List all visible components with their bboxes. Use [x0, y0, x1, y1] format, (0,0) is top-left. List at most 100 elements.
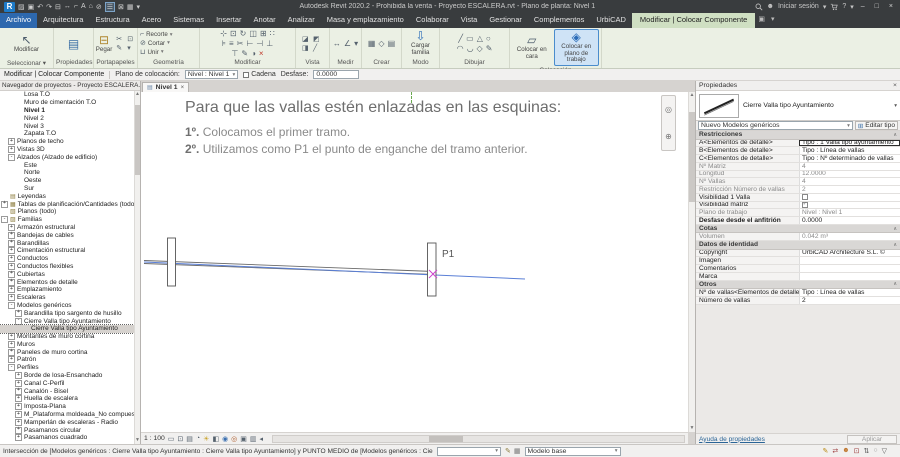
- property-value[interactable]: Tipo : Línea de vallas: [799, 289, 900, 296]
- trim-icon[interactable]: ⊢: [246, 39, 253, 48]
- tree-item[interactable]: Nivel 2: [0, 114, 134, 122]
- tree-item[interactable]: +Elementos de detalle: [0, 278, 134, 286]
- tree-item[interactable]: +Canal C-Perfil: [0, 379, 134, 387]
- tree-item[interactable]: +Huella de escalera: [0, 395, 134, 403]
- tree-item[interactable]: +Planos de techo: [0, 138, 134, 146]
- gray-inactive-icon[interactable]: ▦: [514, 447, 521, 455]
- ribbon-tab-masa-y-emplazamiento[interactable]: Masa y emplazamiento: [321, 13, 410, 28]
- tab-modificar-colocar-componente[interactable]: Modificar | Colocar Componente: [632, 13, 755, 28]
- cut-geometry-button[interactable]: ⊘ Cortar ▾: [140, 39, 170, 47]
- mirror-icon[interactable]: ◫: [249, 29, 257, 38]
- thin-lines-icon[interactable]: ☰: [105, 2, 115, 12]
- array-icon[interactable]: ⊞: [260, 29, 267, 38]
- steering-wheel-icon[interactable]: ◎: [665, 105, 672, 114]
- paint-icon[interactable]: ◑: [251, 49, 256, 58]
- properties-section-header[interactable]: Cotas∧: [696, 225, 900, 234]
- print-icon[interactable]: ⊟: [55, 3, 61, 11]
- unhide-icon[interactable]: ◨: [302, 44, 312, 52]
- pick-line-icon[interactable]: ✎: [486, 44, 493, 53]
- tree-item[interactable]: +▦Tablas de planificación/Cantidades (to…: [0, 200, 134, 208]
- apply-button[interactable]: Aplicar: [847, 435, 897, 444]
- tree-item[interactable]: +Bandejas de cables: [0, 231, 134, 239]
- ribbon-tab-sistemas[interactable]: Sistemas: [167, 13, 210, 28]
- property-value[interactable]: 2: [799, 186, 900, 193]
- canvas-horizontal-scrollbar[interactable]: [272, 435, 685, 443]
- expand-icon[interactable]: +: [8, 255, 15, 262]
- pin-icon[interactable]: ⊥: [266, 39, 273, 48]
- tree-item[interactable]: Norte: [0, 169, 134, 177]
- section-collapse-icon[interactable]: ∧: [893, 242, 897, 248]
- restore-button[interactable]: □: [872, 3, 882, 10]
- switch-windows-icon[interactable]: ▦: [127, 3, 134, 11]
- offset-icon[interactable]: ≡: [229, 39, 234, 48]
- tree-item[interactable]: Nivel 1: [0, 107, 134, 115]
- save-icon[interactable]: ▣: [28, 3, 35, 11]
- line-icon[interactable]: ╱: [458, 34, 463, 43]
- expand-icon[interactable]: +: [15, 403, 22, 410]
- help-icon[interactable]: ?: [842, 3, 846, 10]
- properties-section-header[interactable]: Otros∧: [696, 281, 900, 290]
- tree-item[interactable]: +Escaleras: [0, 294, 134, 302]
- visual-style-icon[interactable]: ◔: [196, 435, 200, 443]
- create-group-icon[interactable]: ▦: [368, 39, 376, 48]
- linework-icon[interactable]: ╱: [313, 44, 323, 52]
- temporary-hide-isolate-icon[interactable]: ◉: [222, 435, 228, 443]
- fence-placement-line[interactable]: [144, 262, 525, 279]
- cart-icon[interactable]: [830, 3, 838, 11]
- tree-item[interactable]: +Conductos flexibles: [0, 263, 134, 271]
- expand-icon[interactable]: +: [15, 411, 22, 418]
- revit-logo[interactable]: R: [4, 2, 15, 12]
- zoom-icon[interactable]: ⊕: [665, 132, 672, 141]
- properties-section-header[interactable]: Datos de identidad∧: [696, 241, 900, 250]
- detail-level-icon[interactable]: ▤: [186, 435, 193, 443]
- tree-item[interactable]: +Muros: [0, 341, 134, 349]
- expand-icon[interactable]: +: [8, 146, 15, 153]
- tree-item[interactable]: +Pasamanos cuadrado: [0, 434, 134, 442]
- properties-toggle-button[interactable]: ▤: [66, 37, 81, 51]
- tree-item[interactable]: -Cierre Valla tipo Ayuntamiento: [0, 317, 134, 325]
- expand-icon[interactable]: +: [15, 380, 22, 387]
- property-value[interactable]: 2: [799, 297, 900, 304]
- navigation-bar[interactable]: ◎⊕: [661, 95, 676, 151]
- expand-icon[interactable]: +: [8, 279, 15, 286]
- expand-icon[interactable]: +: [1, 201, 8, 208]
- property-value[interactable]: 12.0000: [799, 171, 900, 178]
- workset-select[interactable]: ▾: [437, 447, 501, 456]
- tree-item[interactable]: Sur: [0, 185, 134, 193]
- help-caret-icon[interactable]: ▾: [850, 3, 854, 11]
- spline-icon[interactable]: ◇: [477, 44, 483, 53]
- expand-icon[interactable]: +: [15, 388, 22, 395]
- cope-button[interactable]: ⌐ Recorte ▾: [140, 31, 173, 38]
- expand-icon[interactable]: +: [8, 356, 15, 363]
- align-icon[interactable]: ⊧: [222, 39, 226, 48]
- measure-length-icon[interactable]: ↔: [333, 39, 341, 48]
- property-value[interactable]: [799, 257, 900, 264]
- tree-item[interactable]: +Barandillas: [0, 239, 134, 247]
- ribbon-tab-gestionar[interactable]: Gestionar: [483, 13, 528, 28]
- scroll-down-icon[interactable]: ▼: [135, 437, 140, 444]
- panel-label-medir[interactable]: Medir: [330, 59, 361, 68]
- ribbon-tab-arquitectura[interactable]: Arquitectura: [37, 13, 89, 28]
- paste-button[interactable]: ⊟ Pegar: [94, 33, 115, 55]
- tree-item[interactable]: ▤Leyendas: [0, 192, 134, 200]
- editable-only-icon[interactable]: ✎: [823, 447, 829, 455]
- close-button[interactable]: ×: [886, 3, 896, 10]
- dimension-icon[interactable]: ⌐: [74, 3, 78, 10]
- create-similar-icon[interactable]: ◇: [378, 39, 384, 48]
- property-value[interactable]: Nivel : Nivel 1: [799, 209, 900, 216]
- close-view-icon[interactable]: ×: [181, 85, 185, 91]
- panel-label-modo[interactable]: Modo: [402, 59, 439, 68]
- customize-qat-icon[interactable]: ▾: [137, 3, 141, 11]
- modify-state-caret-icon[interactable]: ▾: [768, 13, 778, 28]
- match-properties-icon[interactable]: ✎: [241, 49, 248, 58]
- tree-item[interactable]: +Mamperlán de escaleras - Radio: [0, 418, 134, 426]
- close-inactive-windows-icon[interactable]: ⊠: [118, 3, 124, 11]
- ribbon-tab-archivo[interactable]: Archivo: [0, 13, 37, 28]
- reveal-hidden-elements-icon[interactable]: ◎: [231, 435, 237, 443]
- canvas-vertical-scrollbar[interactable]: ▲ ▼: [688, 92, 695, 432]
- expand-vcb-icon[interactable]: ◂: [260, 435, 264, 443]
- panel-label-propiedades[interactable]: Propiedades: [54, 59, 93, 68]
- property-value[interactable]: [799, 194, 900, 201]
- active-workset-icon[interactable]: ✎: [505, 447, 511, 455]
- properties-header[interactable]: Propiedades ×: [696, 81, 900, 91]
